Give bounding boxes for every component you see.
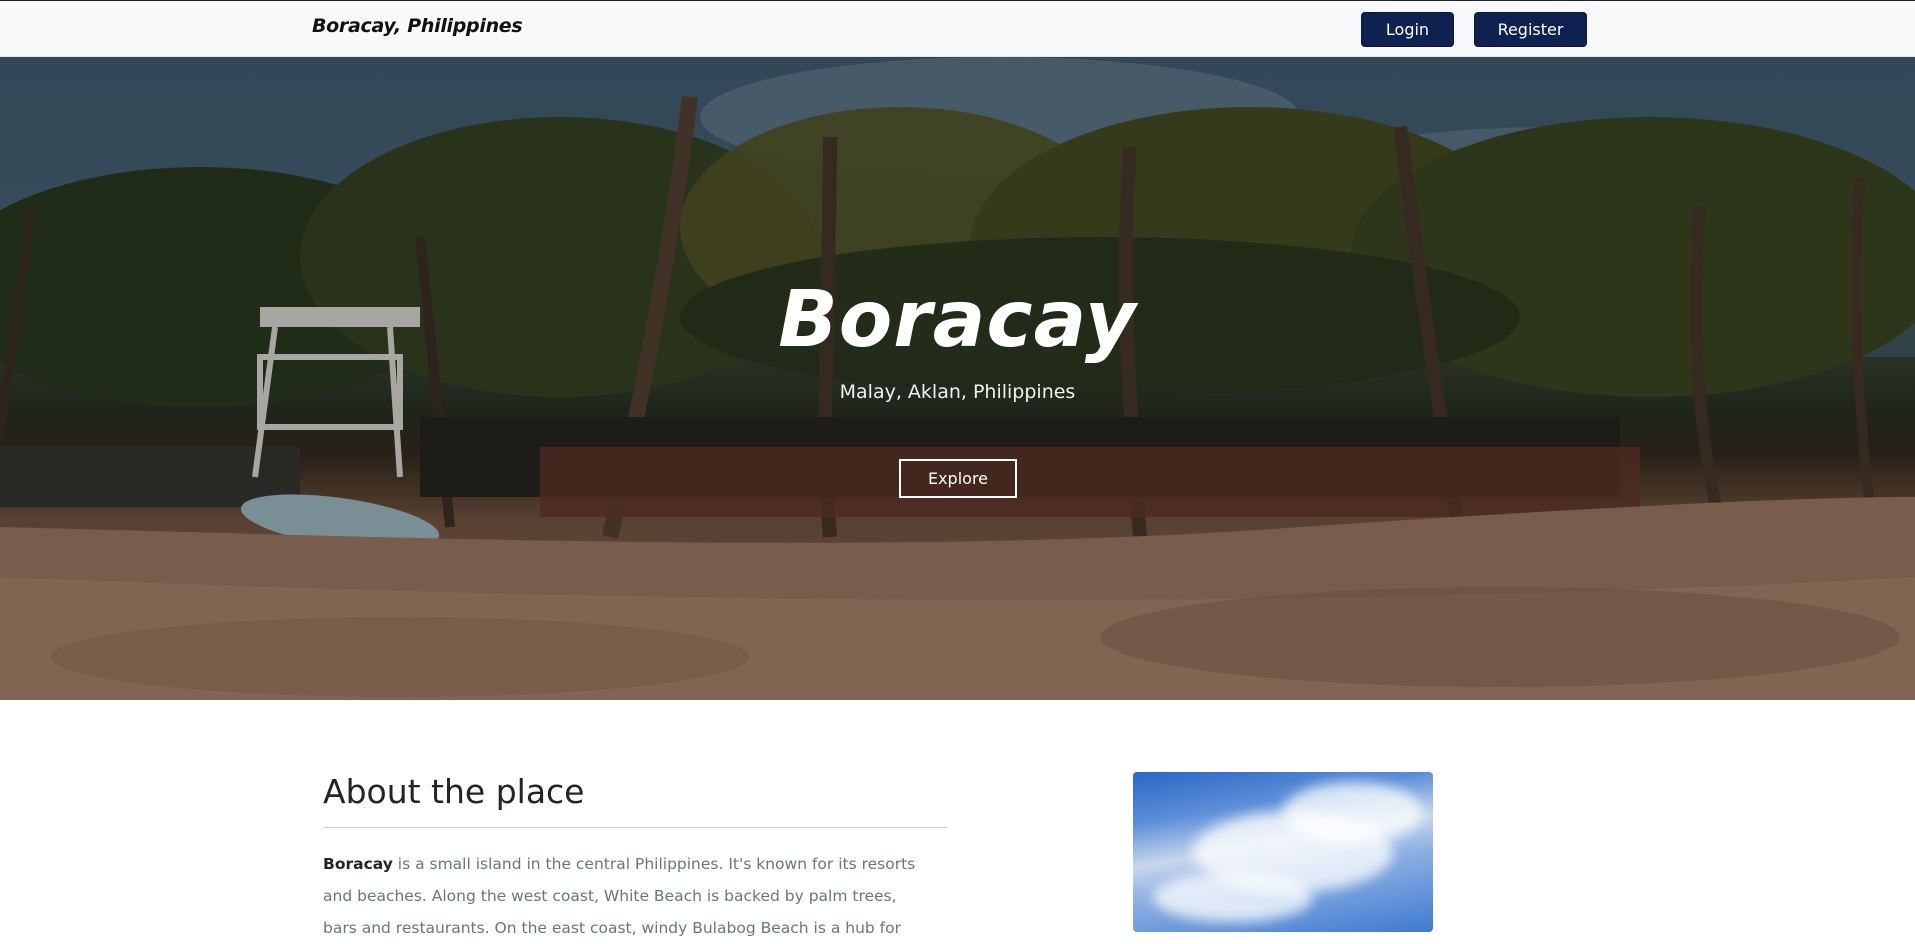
- about-sky-image: [1133, 772, 1433, 932]
- hero-dark-overlay: [0, 57, 1915, 700]
- about-description: is a small island in the central Philipp…: [323, 855, 916, 937]
- login-button[interactable]: Login: [1361, 12, 1454, 47]
- explore-button[interactable]: Explore: [899, 459, 1017, 498]
- about-place-name: Boracay: [323, 855, 393, 873]
- brand-logo-text[interactable]: Boracay, Philippines: [312, 15, 523, 37]
- about-divider: [323, 827, 947, 828]
- hero-subtitle: Malay, Aklan, Philippines: [839, 381, 1076, 403]
- about-heading: About the place: [323, 772, 585, 811]
- hero-banner: Boracay Malay, Aklan, Philippines Explor…: [0, 57, 1915, 700]
- hero-title: Boracay: [778, 275, 1137, 365]
- about-paragraph: Boracay is a small island in the central…: [323, 848, 923, 944]
- register-button[interactable]: Register: [1474, 12, 1587, 47]
- top-navbar: Boracay, Philippines Login Register: [0, 0, 1915, 57]
